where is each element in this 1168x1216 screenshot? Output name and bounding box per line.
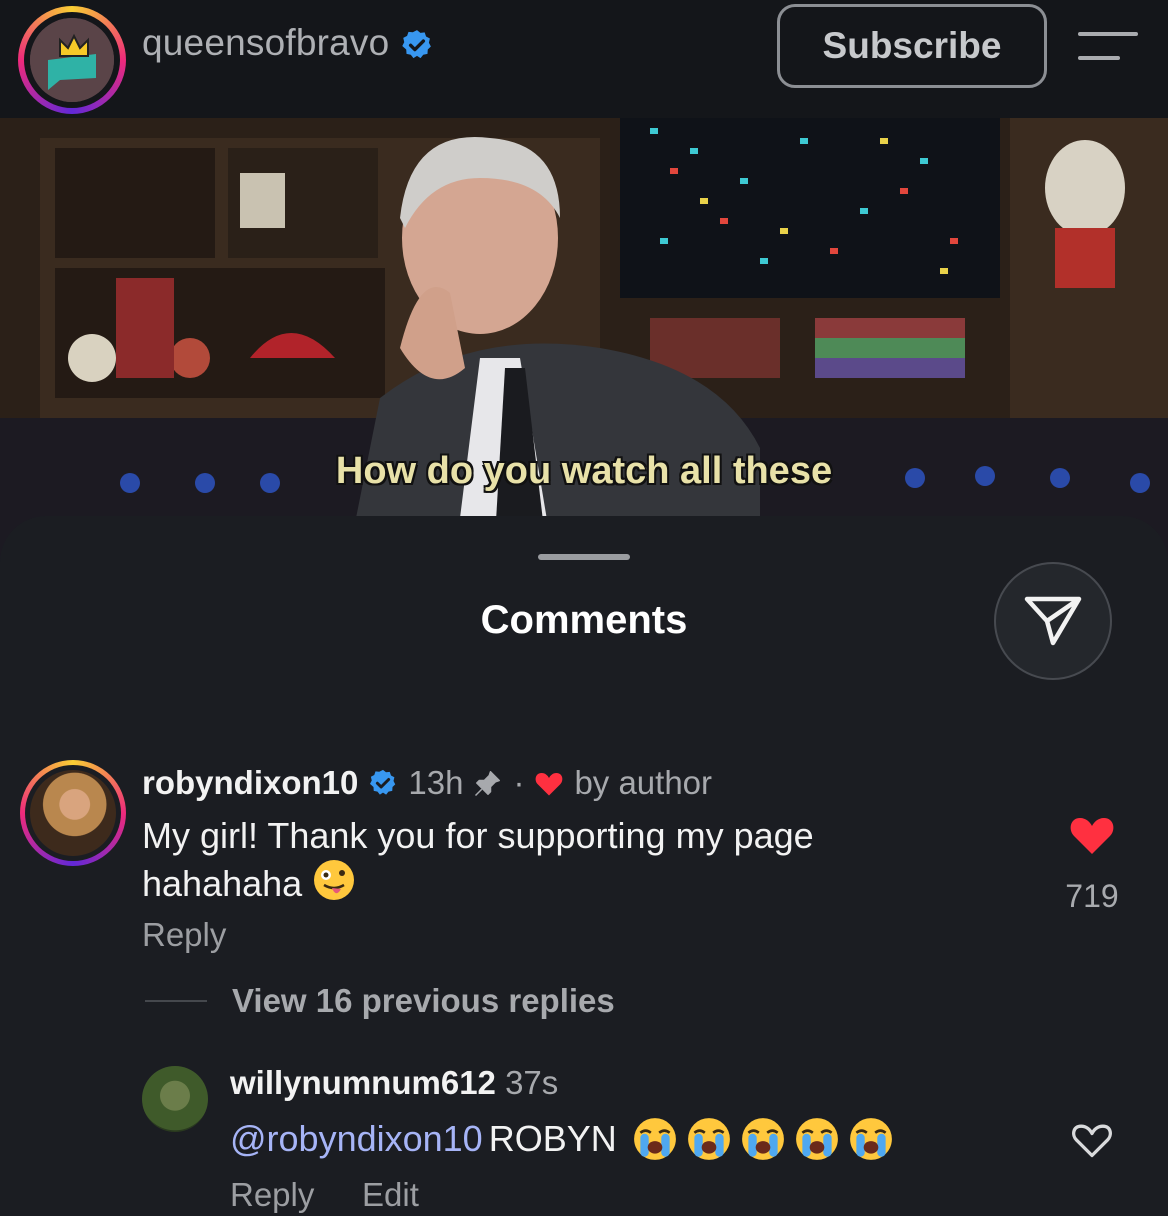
channel-logo-icon [30,18,114,102]
comment-time: 37s [505,1064,559,1101]
reply-button[interactable]: Reply [230,1176,314,1214]
replies-divider [145,1000,207,1002]
loudly-crying-face-emoji [795,1118,838,1160]
commenter-avatar[interactable] [142,1066,208,1132]
verified-badge-icon [402,30,431,59]
comments-title: Comments [480,598,688,642]
send-icon [1024,596,1082,646]
comment-username[interactable]: willynumnum612 [230,1064,496,1101]
loudly-crying-face-emoji [849,1118,892,1160]
heart-filled-icon [536,773,563,796]
comment-text: My girl! Thank you for supporting my pag… [142,815,814,904]
loudly-crying-face-emoji [633,1118,676,1160]
verified-badge-icon [370,769,396,795]
mention-link[interactable]: @robyndixon10 [230,1118,483,1160]
channel-name[interactable]: queensofbravo [142,22,434,64]
commenter-avatar[interactable] [20,760,126,866]
zany-face-emoji [314,860,355,900]
meta-separator: · [513,764,525,801]
comment-meta: robyndixon10 13h · by author [142,764,712,802]
loudly-crying-face-emoji [741,1118,784,1160]
menu-icon[interactable] [1078,30,1138,64]
liked-by-author-label: by author [574,764,713,801]
like-count: 719 [1065,878,1119,914]
channel-header: queensofbravo Subscribe [0,0,1168,118]
loudly-crying-face-emoji [687,1118,730,1160]
video-caption: How do you watch all these [335,450,833,492]
share-button[interactable] [994,562,1112,680]
comment-text: @robyndixon10 ROBYN [230,1116,895,1162]
sheet-grabber-handle[interactable] [538,554,630,560]
heart-filled-icon[interactable] [1068,812,1116,856]
view-replies-button[interactable]: View 16 previous replies [232,982,615,1020]
reply-button[interactable]: Reply [142,916,226,954]
comment-username[interactable]: robyndixon10 [142,764,358,802]
subscribe-button[interactable]: Subscribe [777,4,1047,88]
comment-meta: willynumnum612 37s [230,1064,558,1102]
channel-avatar[interactable] [18,6,126,114]
comments-sheet: Comments robyndixon10 13h · by author My… [0,516,1168,1216]
pin-icon [475,771,501,797]
comment-time: 13h [408,764,464,801]
heart-outline-icon[interactable] [1070,1118,1114,1160]
edit-button[interactable]: Edit [362,1176,419,1214]
